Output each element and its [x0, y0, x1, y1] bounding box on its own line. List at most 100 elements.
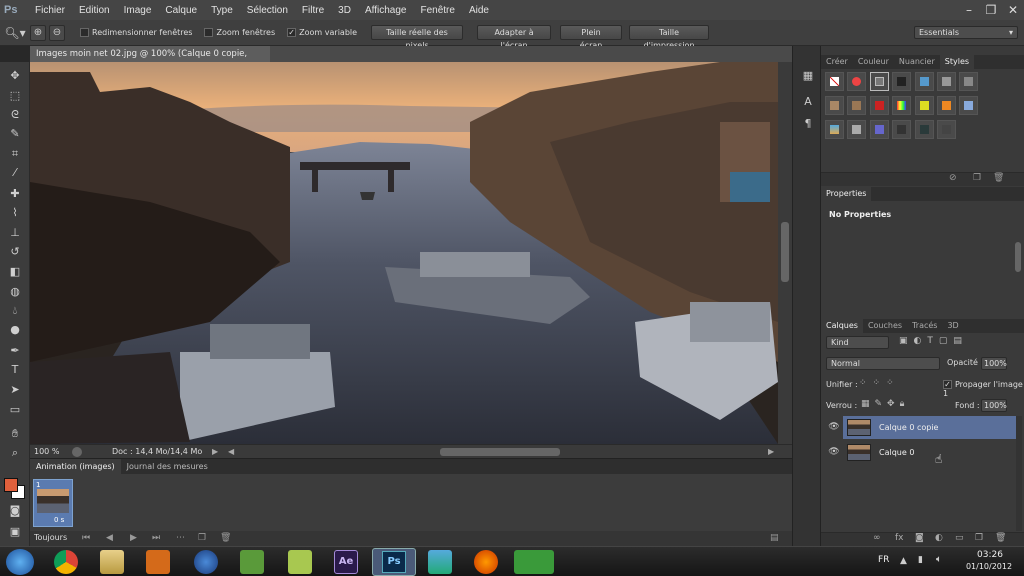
- status-icon[interactable]: [72, 447, 82, 457]
- link-layers-icon[interactable]: ∞: [873, 533, 881, 543]
- propagate-checkbox[interactable]: ✓ Propager l'image 1: [943, 380, 1024, 398]
- network-icon[interactable]: ▮: [918, 555, 923, 565]
- style-swatch[interactable]: [870, 96, 889, 115]
- tab-create[interactable]: Créer: [821, 55, 853, 69]
- layer-row[interactable]: Calque 0 copie: [843, 416, 1016, 439]
- scroll-thumb[interactable]: [781, 222, 789, 282]
- scroll-left-icon[interactable]: ◀: [228, 445, 234, 459]
- doc-info[interactable]: Doc : 14,4 Mo/14,4 Mo: [112, 445, 202, 459]
- no-style-icon[interactable]: ⊘: [949, 173, 957, 183]
- properties-scrollbar[interactable]: [1015, 242, 1021, 272]
- tab-measure-log[interactable]: Journal des mesures: [121, 459, 214, 474]
- menu-item-fichier[interactable]: Fichier: [28, 5, 72, 16]
- resize-windows-checkbox[interactable]: Redimensionner fenêtres: [80, 28, 192, 37]
- menu-item-edition[interactable]: Edition: [72, 5, 117, 16]
- adjustment-layer-icon[interactable]: ◐: [935, 533, 943, 543]
- clock-date[interactable]: 01/10/2012: [960, 562, 1018, 571]
- chrome-icon[interactable]: [54, 550, 78, 574]
- tween-icon[interactable]: ⋯: [176, 533, 185, 543]
- menu-item-type[interactable]: Type: [204, 5, 240, 16]
- style-swatch[interactable]: [892, 96, 911, 115]
- menu-item-affichage[interactable]: Affichage: [358, 5, 414, 16]
- screen-mode-icon[interactable]: ▣: [6, 524, 24, 540]
- menu-item-calque[interactable]: Calque: [158, 5, 204, 16]
- delete-frame-icon[interactable]: 🗑︎: [220, 533, 231, 543]
- zoom-variable-checkbox[interactable]: ✓ Zoom variable: [287, 28, 357, 37]
- quick-mask-icon[interactable]: ◙: [6, 503, 24, 519]
- path-select-tool-icon[interactable]: ➤: [6, 382, 24, 398]
- frame-delay[interactable]: 0 s: [54, 516, 64, 524]
- menu-item-image[interactable]: Image: [117, 5, 159, 16]
- zoom-windows-checkbox[interactable]: Zoom fenêtres: [204, 28, 275, 37]
- fill-screen-button[interactable]: Plein écran: [560, 25, 623, 50]
- blur-tool-icon[interactable]: 💧︎: [6, 303, 24, 319]
- play-icon[interactable]: ▶: [130, 533, 137, 543]
- blend-mode-select[interactable]: Normal: [826, 357, 940, 370]
- eyedropper-tool-icon[interactable]: ⁄: [6, 165, 24, 181]
- style-swatch[interactable]: [825, 120, 844, 139]
- lasso-tool-icon[interactable]: ᘓ: [6, 107, 24, 123]
- tray-chevron-icon[interactable]: ▲: [900, 556, 907, 566]
- tab-swatches[interactable]: Nuancier: [894, 55, 940, 69]
- zoom-tool-icon[interactable]: ⌕: [6, 445, 24, 461]
- actual-pixels-button[interactable]: Taille réelle des pixels: [371, 25, 464, 50]
- layer-row[interactable]: Calque 0: [843, 441, 1016, 464]
- zoom-level[interactable]: 100 %: [34, 445, 59, 459]
- layer-name[interactable]: Calque 0: [879, 441, 914, 464]
- menu-item-aide[interactable]: Aide: [462, 5, 496, 16]
- zoom-in-icon[interactable]: ⊕: [30, 24, 46, 41]
- media-center-icon[interactable]: [514, 550, 554, 574]
- after-effects-icon[interactable]: Ae: [334, 550, 358, 574]
- tab-animation[interactable]: Animation (images): [30, 459, 121, 474]
- layer-name[interactable]: Calque 0 copie: [879, 416, 938, 439]
- loop-select[interactable]: Toujours: [34, 533, 67, 542]
- style-swatch[interactable]: [959, 96, 978, 115]
- style-swatch[interactable]: [870, 120, 889, 139]
- style-swatch[interactable]: [937, 72, 956, 91]
- notepad-icon[interactable]: [288, 550, 312, 574]
- menu-item-selection[interactable]: Sélection: [240, 5, 295, 16]
- print-size-button[interactable]: Taille d'impression: [629, 25, 710, 50]
- firefox-icon[interactable]: [194, 550, 218, 574]
- unify-icons[interactable]: ⁘⁘⁘: [859, 378, 900, 388]
- workspace-select[interactable]: Essentials ▾: [914, 26, 1018, 39]
- clock-time[interactable]: 03:26: [968, 550, 1012, 560]
- next-frame-icon[interactable]: ⏭: [152, 533, 160, 543]
- style-swatch[interactable]: [847, 96, 866, 115]
- new-layer-icon[interactable]: ❐: [975, 533, 983, 543]
- layer-kind-filter[interactable]: Kind: [826, 336, 889, 349]
- restore-icon[interactable]: ❐: [980, 0, 1002, 20]
- quick-select-tool-icon[interactable]: ✎: [6, 126, 24, 142]
- foreground-color-swatch[interactable]: [4, 478, 18, 492]
- style-swatch[interactable]: [915, 120, 934, 139]
- style-swatch[interactable]: [825, 72, 844, 91]
- clone-stamp-tool-icon[interactable]: ⊥: [6, 225, 24, 241]
- tab-channels[interactable]: Couches: [863, 319, 907, 333]
- visibility-eye-icon[interactable]: 👁︎: [827, 441, 841, 464]
- zoom-tool-icon[interactable]: 🔍︎▾: [0, 26, 30, 40]
- crop-tool-icon[interactable]: ⌗: [6, 146, 24, 162]
- style-swatch[interactable]: [825, 96, 844, 115]
- fill-input[interactable]: 100%: [981, 399, 1007, 412]
- menu-item-filtre[interactable]: Filtre: [295, 5, 331, 16]
- status-arrow-icon[interactable]: ▶: [212, 445, 218, 459]
- zoom-out-icon[interactable]: ⊖: [49, 24, 65, 41]
- start-orb-icon[interactable]: [6, 549, 34, 575]
- paragraph-icon[interactable]: ¶: [800, 116, 816, 132]
- opacity-input[interactable]: 100%: [981, 357, 1007, 370]
- duplicate-frame-icon[interactable]: ❐: [198, 533, 206, 543]
- first-frame-icon[interactable]: ⏮: [82, 533, 90, 543]
- horizontal-scroll-thumb[interactable]: [440, 448, 560, 456]
- scroll-right-icon[interactable]: ▶: [768, 445, 774, 459]
- type-tool-icon[interactable]: T: [6, 362, 24, 378]
- paint-bucket-tool-icon[interactable]: ◍: [6, 284, 24, 300]
- tab-layers[interactable]: Calques: [821, 319, 863, 333]
- character-icon[interactable]: A: [800, 94, 816, 110]
- move-tool-icon[interactable]: ✥: [6, 68, 24, 84]
- tab-color[interactable]: Couleur: [853, 55, 894, 69]
- volume-icon[interactable]: 🔈︎: [936, 554, 942, 565]
- delete-layer-icon[interactable]: 🗑︎: [995, 533, 1006, 543]
- file-explorer-icon[interactable]: [100, 550, 124, 574]
- tab-paths[interactable]: Tracés: [907, 319, 942, 333]
- style-swatch[interactable]: [892, 72, 911, 91]
